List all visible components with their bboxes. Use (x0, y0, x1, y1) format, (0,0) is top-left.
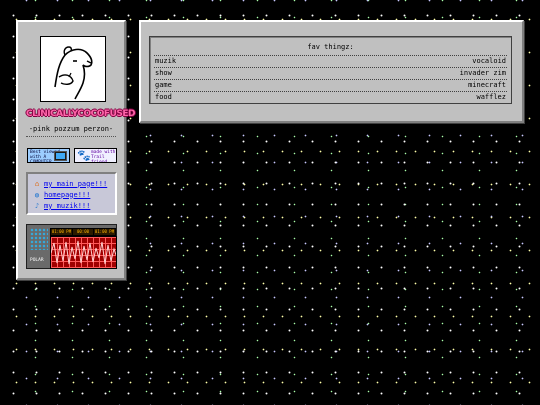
table-row: show invader zim (154, 68, 507, 80)
waveform-display (50, 236, 117, 269)
sidebar-panel: CLINICALLYCOCOFUSED -pink pozzum perzon-… (16, 20, 135, 280)
link-item[interactable]: ◍ homepage!!! (33, 189, 115, 200)
links-box: ⌂ my main page!!! ◍ homepage!!! ♪ my muz… (26, 172, 117, 215)
fav-things-title: fav thingz: (307, 43, 354, 51)
avatar (40, 36, 106, 102)
fav-things-box: fav thingz: muzik vocaloid show invader … (149, 36, 512, 104)
oscilloscope-widget: 01:00 PM 00:00 01:00 PM POLAR (26, 224, 117, 269)
fav-key: muzik (155, 57, 177, 65)
fav-key: food (155, 93, 172, 101)
fav-value: wafflez (476, 93, 506, 101)
link-item[interactable]: ♪ my muzik!!! (33, 200, 115, 211)
muzik-link[interactable]: my muzik!!! (44, 202, 90, 210)
lcd-display: 00:00 (72, 228, 94, 236)
paw-icon: 🐾 (77, 149, 91, 162)
lcd-display: 01:00 PM (50, 228, 73, 236)
fav-key: show (155, 69, 172, 77)
link-item[interactable]: ⌂ my main page!!! (33, 178, 115, 189)
site-logo[interactable]: CLINICALLYCOCOFUSED (26, 109, 135, 119)
fav-value: vocaloid (472, 57, 506, 65)
fav-things-table: muzik vocaloid show invader zim game min… (154, 55, 507, 104)
table-row: game minecraft (154, 80, 507, 92)
lcd-display: 01:00 PM (93, 228, 116, 236)
device-label: POLAR (30, 258, 44, 263)
monitor-icon (54, 151, 67, 161)
made-with-button[interactable]: 🐾 made with Trail friend (74, 148, 117, 163)
main-page-link[interactable]: my main page!!! (44, 180, 107, 188)
fav-value: invader zim (459, 69, 506, 77)
home-icon: ⌂ (34, 179, 40, 188)
main-panel: fav thingz: muzik vocaloid show invader … (139, 20, 524, 123)
fav-value: minecraft (468, 81, 506, 89)
made-with-label: made with Trail friend (91, 150, 116, 163)
possum-drawing-icon (54, 46, 93, 100)
fav-key: game (155, 81, 172, 89)
tagline: -pink pozzum perzon- (28, 125, 114, 133)
table-row: muzik vocaloid (154, 55, 507, 68)
keypad (30, 228, 48, 250)
homepage-link[interactable]: homepage!!! (44, 191, 90, 199)
divider (26, 136, 116, 137)
music-icon: ♪ (34, 201, 40, 210)
globe-icon: ◍ (34, 190, 40, 199)
best-viewed-button[interactable]: Best viewed with A COMPUTER (27, 148, 70, 163)
table-row: food wafflez (154, 92, 507, 104)
